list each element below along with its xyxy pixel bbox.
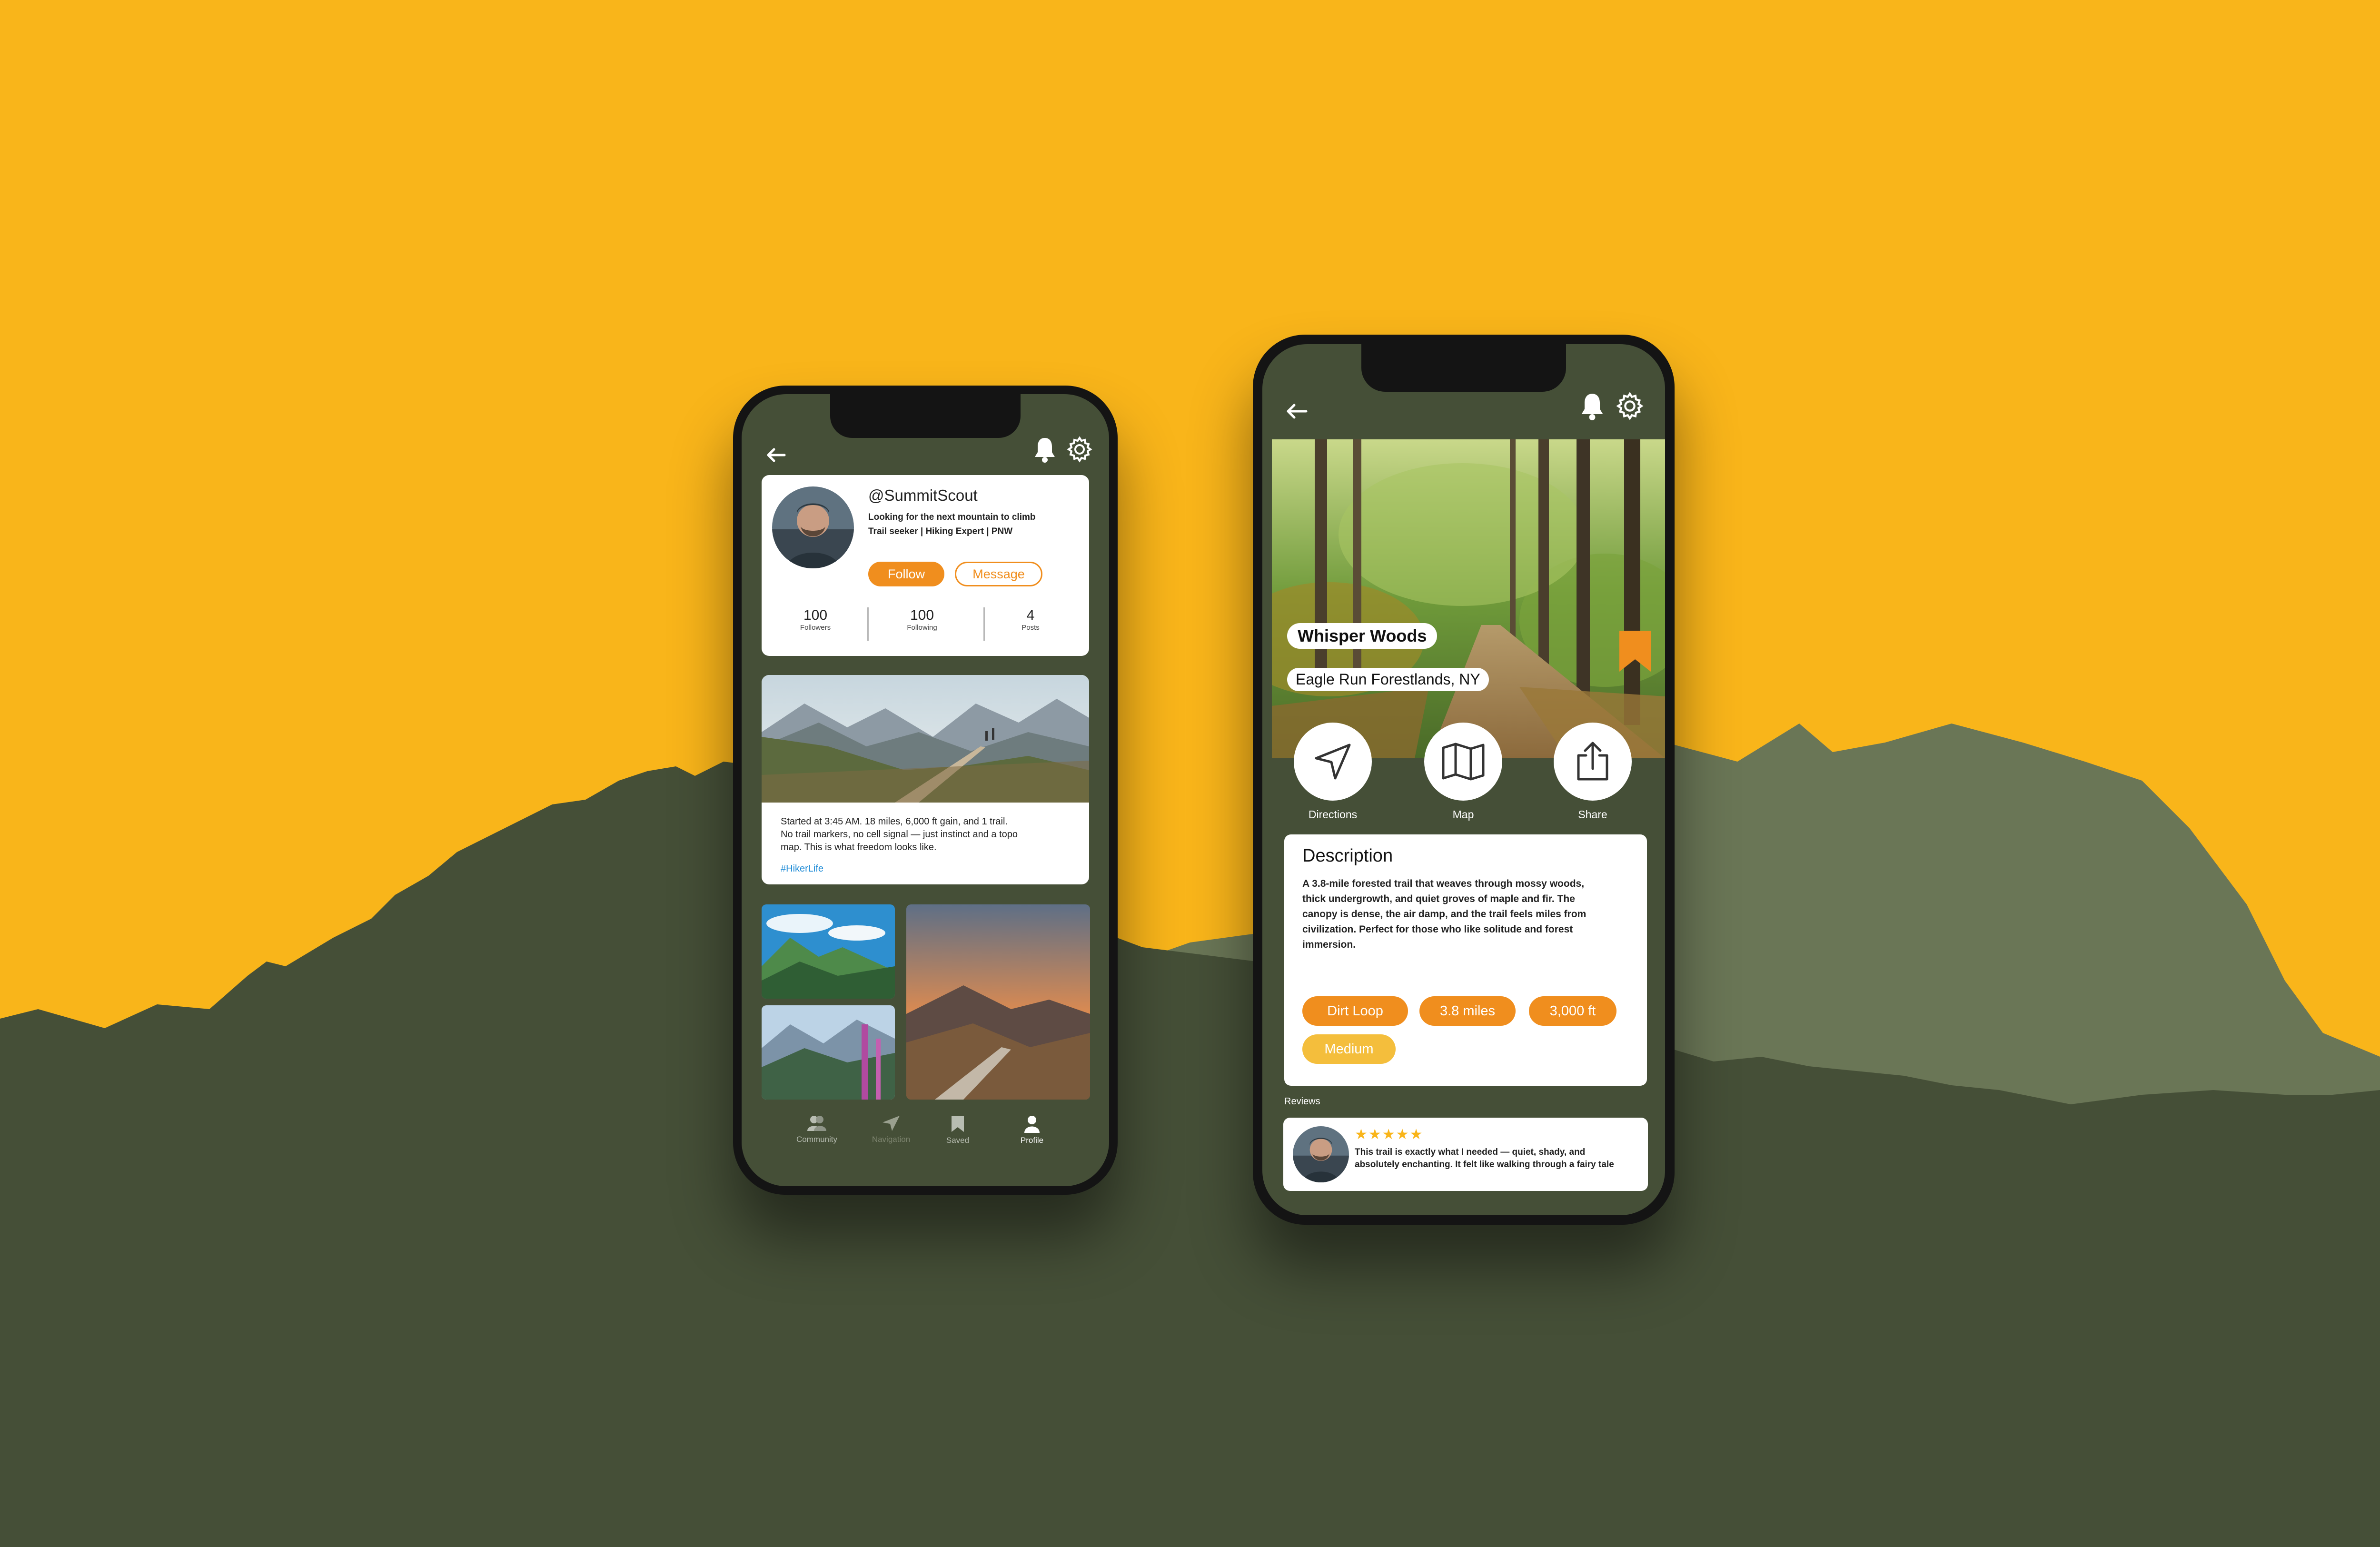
stat-followers-value: 100	[803, 607, 828, 623]
map-button[interactable]	[1424, 723, 1502, 801]
directions-button[interactable]	[1294, 723, 1372, 801]
profile-handle: @SummitScout	[868, 486, 978, 504]
description-title: Description	[1302, 846, 1393, 866]
arrow-left-icon[interactable]	[1285, 402, 1308, 420]
person-icon	[1024, 1116, 1040, 1133]
stat-posts-value: 4	[1026, 607, 1035, 623]
nav-saved-label: Saved	[946, 1136, 970, 1145]
navigation-arrow-icon	[1315, 744, 1351, 780]
nav-community[interactable]: Community	[783, 1115, 850, 1144]
stat-followers[interactable]: 100 Followers	[780, 607, 851, 632]
trail-name: Whisper Woods	[1287, 623, 1438, 649]
share-icon	[1577, 742, 1608, 781]
bookmark-icon[interactable]	[1618, 630, 1652, 673]
gear-icon[interactable]	[1616, 392, 1644, 420]
profile-screen: @SummitScout Looking for the next mounta…	[742, 394, 1109, 1186]
share-label: Share	[1578, 808, 1607, 821]
map-action[interactable]: Map	[1420, 723, 1506, 821]
post-text: Started at 3:45 AM. 18 miles, 6,000 ft g…	[781, 815, 1071, 854]
stat-following-label: Following	[907, 624, 937, 632]
post-text-line3: map. This is what freedom looks like.	[781, 842, 937, 853]
mountain-background	[0, 724, 2380, 1547]
stat-following-value: 100	[910, 607, 934, 623]
share-action[interactable]: Share	[1550, 723, 1636, 821]
arrow-left-icon[interactable]	[765, 446, 786, 464]
bookmark-icon	[952, 1116, 964, 1132]
share-button[interactable]	[1554, 723, 1632, 801]
gallery-photo-3[interactable]	[906, 904, 1090, 1100]
description-card: Description A 3.8-mile forested trail th…	[1284, 834, 1647, 1086]
mockup-scene: @SummitScout Looking for the next mounta…	[0, 0, 2380, 1547]
nav-navigation-label: Navigation	[872, 1135, 911, 1144]
people-icon	[807, 1116, 826, 1131]
trail-location: Eagle Run Forestlands, NY	[1287, 668, 1489, 691]
stat-posts-label: Posts	[1021, 624, 1040, 632]
gallery-photo-1[interactable]	[762, 904, 895, 999]
description-line2: thick undergrowth, and quiet groves of m…	[1302, 893, 1575, 904]
follow-button[interactable]: Follow	[868, 562, 944, 586]
stat-following[interactable]: 100 Following	[886, 607, 958, 632]
trail-hero-image	[1272, 439, 1665, 758]
stat-divider	[867, 607, 869, 641]
chip-distance[interactable]: 3.8 miles	[1419, 996, 1516, 1026]
post-card[interactable]: Started at 3:45 AM. 18 miles, 6,000 ft g…	[762, 675, 1089, 884]
post-text-line1: Started at 3:45 AM. 18 miles, 6,000 ft g…	[781, 816, 1008, 827]
chip-elevation[interactable]: 3,000 ft	[1529, 996, 1616, 1026]
stat-followers-label: Followers	[800, 624, 831, 632]
nav-profile-label: Profile	[1020, 1136, 1044, 1145]
nav-profile[interactable]: Profile	[999, 1115, 1065, 1145]
message-button[interactable]: Message	[955, 562, 1042, 586]
phone-trail: Whisper Woods Eagle Run Forestlands, NY …	[1253, 335, 1675, 1225]
review-avatar[interactable]	[1293, 1126, 1349, 1182]
description-line5: immersion.	[1302, 939, 1356, 950]
post-text-line2: No trail markers, no cell signal — just …	[781, 829, 1018, 840]
directions-action[interactable]: Directions	[1290, 723, 1376, 821]
profile-bio-line1: Looking for the next mountain to climb	[868, 512, 1036, 522]
review-stars: ★★★★★	[1355, 1127, 1424, 1142]
bottom-nav: Community Navigation Saved Profile	[742, 1104, 1109, 1186]
profile-bio-line2: Trail seeker | Hiking Expert | PNW	[868, 526, 1013, 536]
gallery-image-sunset-trail	[906, 904, 1090, 1100]
nav-community-label: Community	[796, 1135, 837, 1144]
chip-trail-type[interactable]: Dirt Loop	[1302, 996, 1408, 1026]
gallery-image-green-ridge	[762, 904, 895, 999]
gallery-photo-2[interactable]	[762, 1005, 895, 1100]
navigation-arrow-icon	[883, 1116, 900, 1131]
stat-posts[interactable]: 4 Posts	[995, 607, 1066, 632]
map-label: Map	[1452, 808, 1474, 821]
review-card[interactable]: ★★★★★ This trail is exactly what I neede…	[1283, 1118, 1648, 1191]
phone-notch	[830, 394, 1021, 438]
nav-navigation[interactable]: Navigation	[858, 1115, 924, 1144]
trail-screen: Whisper Woods Eagle Run Forestlands, NY …	[1262, 344, 1665, 1215]
post-hashtag[interactable]: #HikerLife	[781, 863, 823, 874]
bell-icon[interactable]	[1579, 392, 1605, 421]
forest-path-photo	[1272, 439, 1665, 758]
review-text: This trail is exactly what I needed — qu…	[1355, 1146, 1636, 1171]
description-line1: A 3.8-mile forested trail that weaves th…	[1302, 878, 1585, 889]
description-line4: civilization. Perfect for those who like…	[1302, 924, 1573, 935]
post-photo-mountain-ridge	[762, 675, 1089, 803]
chip-difficulty[interactable]: Medium	[1302, 1034, 1396, 1064]
review-avatar-photo	[1293, 1126, 1349, 1182]
directions-label: Directions	[1308, 808, 1358, 821]
review-line2: absolutely enchanting. It felt like walk…	[1355, 1160, 1614, 1170]
description-text: A 3.8-mile forested trail that weaves th…	[1302, 876, 1631, 952]
stat-divider	[983, 607, 985, 641]
profile-card: @SummitScout Looking for the next mounta…	[762, 475, 1089, 656]
description-line3: canopy is dense, the air damp, and the t…	[1302, 909, 1587, 920]
phone-profile: @SummitScout Looking for the next mounta…	[733, 386, 1118, 1195]
avatar[interactable]	[772, 486, 854, 568]
review-line1: This trail is exactly what I needed — qu…	[1355, 1147, 1586, 1157]
avatar-photo	[772, 486, 854, 568]
nav-saved[interactable]: Saved	[924, 1115, 991, 1145]
reviews-label: Reviews	[1284, 1096, 1320, 1107]
gallery-image-wildflowers	[762, 1005, 895, 1100]
phone-notch	[1361, 344, 1566, 392]
gear-icon[interactable]	[1066, 436, 1093, 463]
map-icon	[1442, 743, 1485, 781]
bell-icon[interactable]	[1033, 436, 1057, 464]
